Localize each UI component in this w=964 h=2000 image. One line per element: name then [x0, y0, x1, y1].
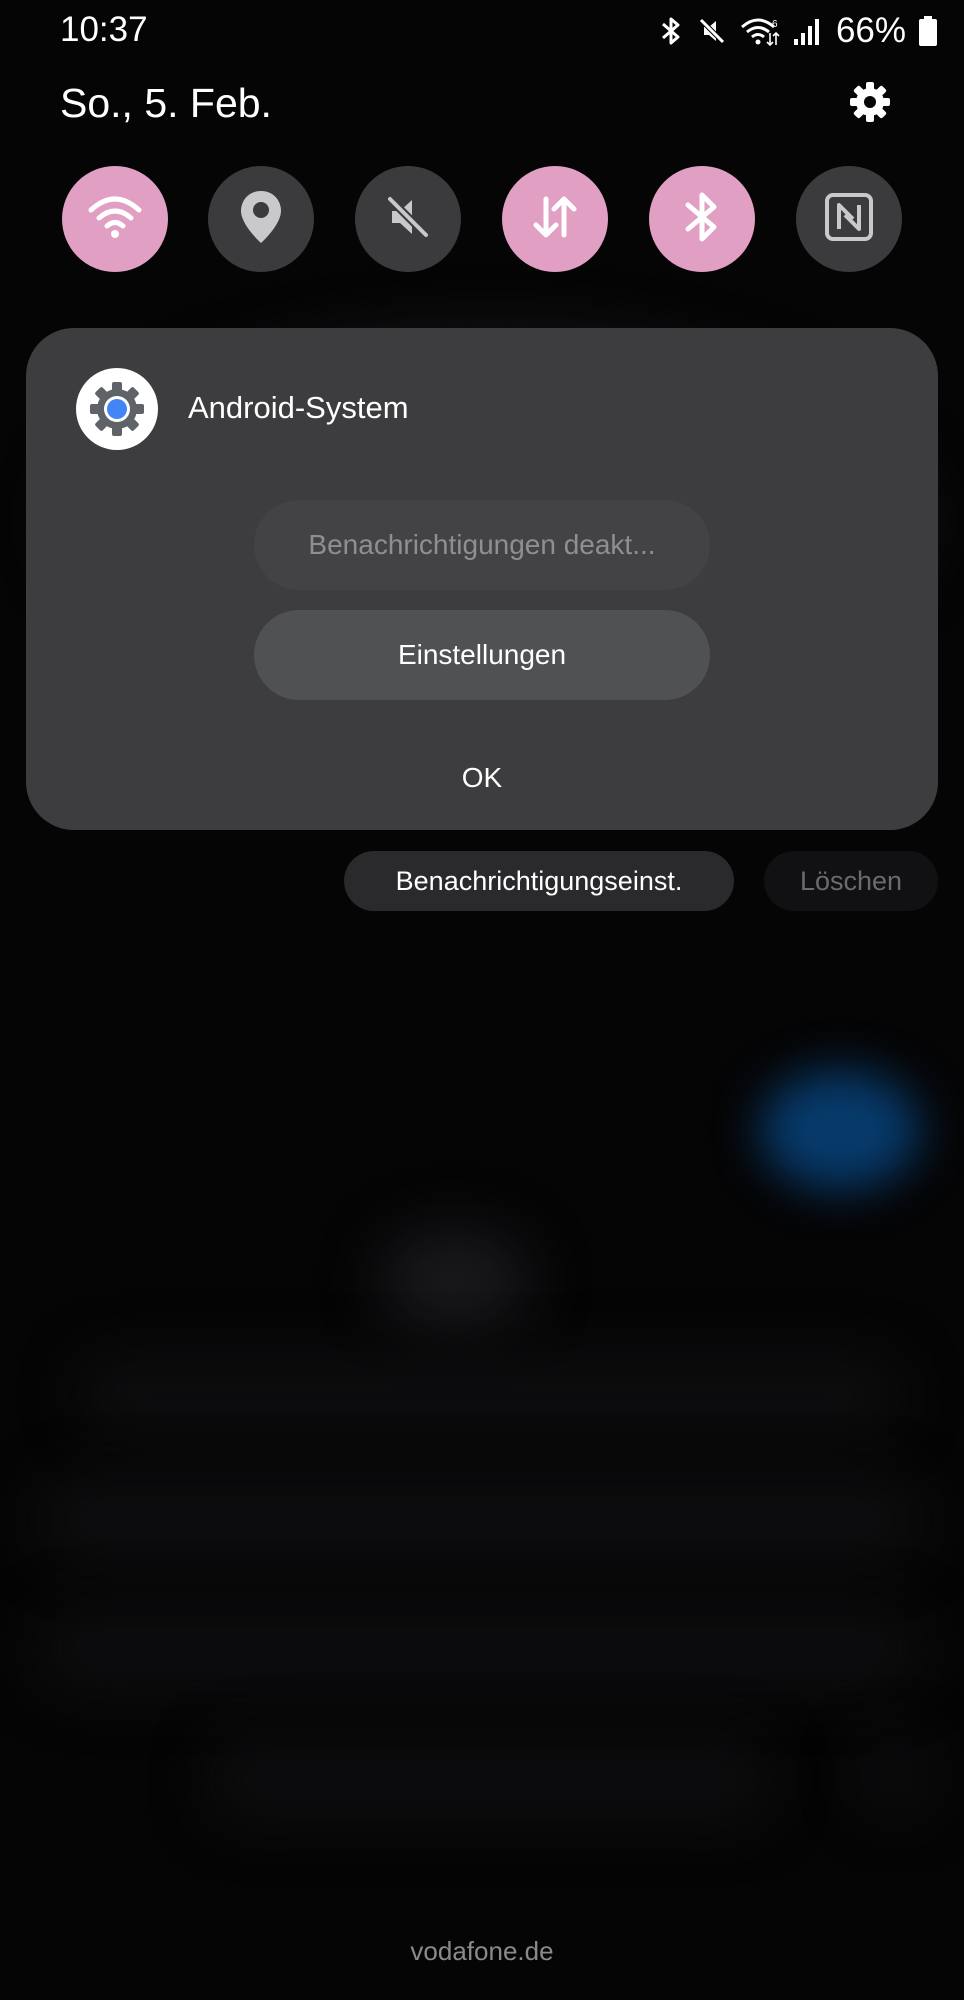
battery-percent: 66% [835, 11, 906, 50]
mobile-data-toggle[interactable] [502, 166, 608, 272]
wifi-toggle[interactable] [62, 166, 168, 272]
battery-icon [918, 15, 938, 47]
disable-notifications-button[interactable]: Benachrichtigungen deakt... [254, 500, 710, 590]
mute-icon [382, 191, 434, 248]
clear-button[interactable]: Löschen [764, 851, 938, 911]
carrier-label: vodafone.de [410, 1936, 554, 1966]
blurred-background [0, 0, 964, 2000]
nfc-toggle[interactable] [796, 166, 902, 272]
status-time: 10:37 [60, 10, 148, 49]
status-bar: 10:37 6 66% [0, 0, 964, 62]
sound-toggle[interactable] [355, 166, 461, 272]
settings-gear-icon[interactable] [848, 80, 892, 124]
notification-card: Android-System Benachrichtigungen deakt.… [26, 328, 938, 830]
android-system-app-icon [76, 368, 158, 450]
data-transfer-icon [529, 191, 581, 248]
settings-button[interactable]: Einstellungen [254, 610, 710, 700]
mute-icon [696, 15, 728, 47]
bluetooth-toggle[interactable] [649, 166, 755, 272]
ok-button[interactable]: OK [422, 748, 542, 808]
wifi-6-icon: 6 [740, 15, 780, 47]
notification-app-name: Android-System [188, 390, 409, 425]
location-toggle[interactable] [208, 166, 314, 272]
bluetooth-icon [658, 15, 684, 47]
nfc-icon [823, 191, 875, 248]
quick-settings-row [62, 166, 902, 272]
signal-icon [792, 15, 820, 47]
wifi-icon [87, 192, 143, 247]
bluetooth-icon [680, 189, 724, 250]
status-icons: 6 66% [658, 11, 938, 50]
notification-settings-button[interactable]: Benachrichtigungseinst. [344, 851, 734, 911]
location-pin-icon [239, 189, 283, 250]
date-label: So., 5. Feb. [60, 80, 272, 126]
svg-text:6: 6 [772, 19, 778, 30]
